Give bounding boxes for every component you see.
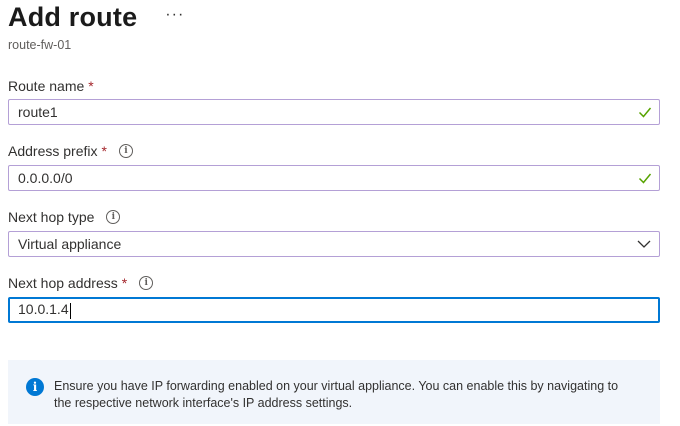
- next-hop-address-input[interactable]: 10.0.1.4: [8, 297, 660, 323]
- next-hop-address-label: Next hop address * i: [8, 275, 154, 291]
- chevron-down-icon: [637, 240, 651, 248]
- next-hop-address-value: 10.0.1.4: [18, 301, 69, 318]
- required-marker: *: [88, 78, 94, 94]
- info-icon: i: [26, 378, 44, 396]
- info-icon[interactable]: i: [118, 144, 133, 158]
- next-hop-type-label-text: Next hop type: [8, 209, 95, 225]
- address-prefix-label-text: Address prefix: [8, 143, 98, 159]
- next-hop-type-selected: Virtual appliance: [18, 236, 122, 252]
- info-icon[interactable]: i: [106, 210, 121, 224]
- info-banner-line: the respective network interface's IP ad…: [54, 396, 353, 410]
- checkmark-icon: [638, 173, 652, 184]
- required-marker: *: [121, 275, 128, 291]
- address-prefix-value: 0.0.0.0/0: [18, 170, 73, 186]
- page-title: Add route: [8, 2, 138, 32]
- next-hop-address-value-wrap: 10.0.1.4: [18, 301, 658, 319]
- next-hop-type-label: Next hop type i: [8, 209, 121, 225]
- next-hop-address-label-text: Next hop address: [8, 275, 118, 291]
- address-prefix-label: Address prefix * i: [8, 143, 133, 159]
- page-subtitle: route-fw-01: [8, 38, 72, 52]
- add-route-blade: Add route ··· route-fw-01 Route name * r…: [0, 0, 680, 426]
- route-name-label-text: Route name: [8, 78, 85, 94]
- text-caret: [69, 302, 71, 319]
- required-marker: *: [101, 143, 107, 159]
- header: Add route ···: [8, 2, 184, 33]
- checkmark-icon: [638, 107, 652, 118]
- info-icon[interactable]: i: [139, 276, 154, 290]
- route-name-value: route1: [18, 104, 58, 120]
- info-banner-line: Ensure you have IP forwarding enabled on…: [54, 379, 619, 393]
- info-banner-text: Ensure you have IP forwarding enabled on…: [54, 378, 618, 412]
- route-name-input[interactable]: route1: [8, 99, 660, 125]
- route-name-label: Route name *: [8, 78, 94, 94]
- address-prefix-input[interactable]: 0.0.0.0/0: [8, 165, 660, 191]
- more-options-button[interactable]: ···: [165, 6, 184, 24]
- next-hop-type-dropdown[interactable]: Virtual appliance: [8, 231, 660, 257]
- info-banner: i Ensure you have IP forwarding enabled …: [8, 360, 660, 424]
